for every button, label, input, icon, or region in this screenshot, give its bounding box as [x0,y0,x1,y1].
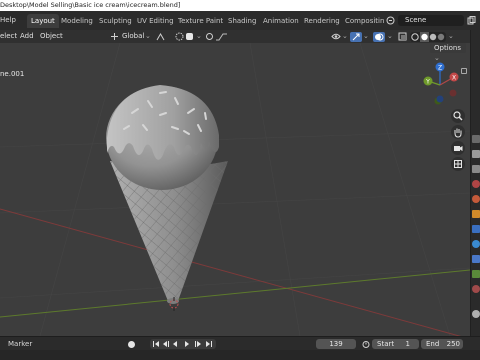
scene-copy-icon[interactable] [467,16,476,25]
options-button[interactable]: Options ⌄ [430,43,466,62]
snap-target-icon[interactable] [186,33,193,40]
chevron-down-icon-3: ⌄ [342,32,348,40]
window-title: Desktop\Model Selling\Basic ice cream\ic… [0,1,181,9]
start-value: 1 [405,340,410,348]
zoom-icon[interactable] [451,109,465,123]
status-bar [0,350,480,360]
scene-selector-icon[interactable] [386,16,395,25]
timeline-bar: Marker 139 Start 1 End 250 [0,336,480,350]
end-label: End [426,340,440,348]
gizmo-x-label: X [452,75,456,82]
gizmo-toggle-icon[interactable] [350,32,362,42]
tab-shading[interactable]: Shading [224,14,260,28]
tab-sculpting[interactable]: Sculpting [95,14,136,28]
chevron-down-icon: ⌄ [145,32,151,40]
xray-toggle-icon[interactable] [398,32,407,41]
menu-add[interactable]: Add [20,30,34,43]
properties-particles-icon[interactable] [472,240,480,248]
navigation-gizmo[interactable]: Z X Y [416,59,468,111]
3d-viewport[interactable]: ne.001 Options ⌄ Z X Y [0,43,470,336]
viewport-header: elect Add Object Global ⌄ ⌄ ⌄ ⌄ ⌄ ⌄ [0,30,470,43]
menu-object[interactable]: Object [40,30,63,43]
properties-tab-strip [470,30,480,336]
tab-rendering[interactable]: Rendering [300,14,344,28]
scene-field[interactable]: Scene [398,15,464,26]
playback-controls [150,339,216,349]
properties-tool-icon[interactable] [472,135,480,143]
record-icon[interactable] [128,341,135,348]
tab-compositing[interactable]: Compositin [341,14,388,28]
scene-name: Scene [405,16,427,24]
pan-hand-icon[interactable] [451,125,465,139]
chevron-down-icon-4: ⌄ [363,32,369,40]
start-label: Start [377,340,395,348]
current-frame-field[interactable]: 139 [316,339,356,349]
top-menu-bar: Help Layout Modeling Sculpting UV Editin… [0,11,480,30]
camera-view-icon[interactable] [451,141,465,155]
properties-material-icon[interactable] [472,285,480,293]
stopwatch-icon[interactable] [362,340,370,348]
gizmo-y-label: Y [425,79,430,86]
viewport-grid [0,43,470,336]
gizmo-z-label: Z [438,65,442,72]
snap-toggle-icon[interactable] [175,32,184,41]
end-frame-field[interactable]: End 250 [421,339,463,349]
chevron-down-icon-2: ⌄ [196,32,202,40]
tab-texture-paint[interactable]: Texture Paint [174,14,227,28]
tab-animation[interactable]: Animation [259,14,303,28]
chevron-down-icon-6: ⌄ [448,32,454,40]
proportional-editing-icon[interactable] [205,32,214,41]
pivot-point-icon[interactable] [156,33,165,41]
tab-modeling[interactable]: Modeling [57,14,97,28]
falloff-icon[interactable] [216,33,228,41]
transform-orientation-dropdown[interactable]: Global [122,30,144,43]
start-frame-field[interactable]: Start 1 [372,339,419,349]
visibility-icon[interactable] [331,32,341,41]
options-label: Options [434,44,462,52]
viewport-canvas [0,43,470,336]
properties-scene-icon[interactable] [472,180,480,188]
chevron-down-icon-5: ⌄ [387,32,393,40]
properties-object-icon[interactable] [472,210,480,218]
perspective-grid-icon[interactable] [451,157,465,171]
properties-texture-icon[interactable] [472,310,480,318]
shading-mode-group [410,32,446,42]
properties-render-icon[interactable] [472,150,480,158]
properties-modifier-icon[interactable] [472,225,480,233]
window-title-bar: Desktop\Model Selling\Basic ice cream\ic… [0,0,480,11]
transform-orientation-icon [110,32,119,41]
overlays-toggle-icon[interactable] [373,32,385,42]
end-value: 250 [446,340,460,348]
menu-select[interactable]: elect [0,30,17,43]
properties-output-icon[interactable] [472,165,480,173]
menu-help[interactable]: Help [0,11,16,30]
properties-world-icon[interactable] [472,195,480,203]
properties-physics-icon[interactable] [472,255,480,263]
properties-data-icon[interactable] [472,270,480,278]
marker-menu[interactable]: Marker [8,337,32,351]
object-info-text: ne.001 [0,70,25,78]
gizmo-corner-icon[interactable] [461,68,467,74]
tab-uv-editing[interactable]: UV Editing [133,14,178,28]
tab-layout[interactable]: Layout [27,14,59,28]
